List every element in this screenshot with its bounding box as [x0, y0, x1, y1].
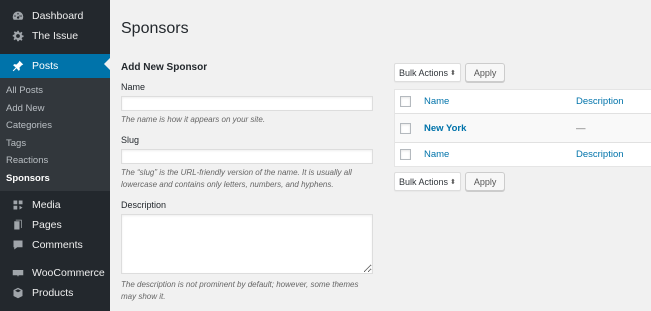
- sponsors-list: Bulk Actions ⬍ Apply Name Description Ne…: [394, 63, 651, 191]
- description-hint: The description is not prominent by defa…: [121, 280, 359, 301]
- apply-button[interactable]: Apply: [464, 63, 506, 82]
- bulk-actions-label-bottom: Bulk Actions: [399, 176, 449, 187]
- menu-woocommerce[interactable]: WooCommerce: [0, 263, 110, 283]
- menu-the-issue-label: The Issue: [32, 30, 79, 42]
- menu-pages-label: Pages: [32, 219, 62, 231]
- media-icon: [10, 197, 26, 213]
- menu-pages[interactable]: Pages: [0, 215, 110, 235]
- slug-input[interactable]: [121, 149, 373, 164]
- table-footer: Name Description: [395, 142, 651, 166]
- row-checkbox[interactable]: [400, 122, 411, 134]
- menu-dashboard-label: Dashboard: [32, 10, 84, 22]
- bulk-actions-bottom: Bulk Actions ⬍ Apply: [394, 172, 651, 191]
- column-description-footer[interactable]: Description: [576, 149, 624, 160]
- submenu-all-posts[interactable]: All Posts: [0, 82, 110, 100]
- column-name-header[interactable]: Name: [424, 96, 576, 107]
- admin-sidebar: Dashboard The Issue Posts All Posts Add …: [0, 0, 110, 311]
- row-name-link[interactable]: New York: [424, 123, 576, 134]
- menu-products[interactable]: Products: [0, 283, 110, 303]
- apply-button-bottom[interactable]: Apply: [464, 172, 506, 191]
- form-heading: Add New Sponsor: [121, 62, 208, 73]
- gear-icon: [10, 28, 26, 44]
- menu-media[interactable]: Media: [0, 195, 110, 215]
- menu-posts[interactable]: Posts: [0, 54, 110, 78]
- pin-icon: [10, 58, 26, 74]
- slug-label: Slug: [121, 135, 140, 145]
- bulk-actions-select-bottom[interactable]: Bulk Actions ⬍: [394, 172, 461, 191]
- products-icon: [10, 285, 26, 301]
- name-hint: The name is how it appears on your site.: [121, 115, 266, 124]
- menu-the-issue[interactable]: The Issue: [0, 26, 110, 46]
- select-arrows-icon: ⬍: [450, 178, 456, 186]
- menu-woocommerce-label: WooCommerce: [32, 267, 105, 279]
- add-sponsor-form: Add New Sponsor Name The name is how it …: [121, 62, 373, 303]
- select-all-checkbox-footer[interactable]: [400, 149, 411, 160]
- submenu-add-new[interactable]: Add New: [0, 100, 110, 118]
- name-input[interactable]: [121, 96, 373, 111]
- column-description-header[interactable]: Description: [576, 96, 624, 107]
- select-all-checkbox[interactable]: [400, 96, 411, 107]
- name-label: Name: [121, 82, 146, 92]
- submenu-categories[interactable]: Categories: [0, 117, 110, 135]
- menu-comments[interactable]: Comments: [0, 235, 110, 255]
- sponsors-table: Name Description New York — Name Descrip…: [394, 89, 651, 167]
- comment-icon: [10, 237, 26, 253]
- woocommerce-icon: [10, 265, 26, 281]
- bulk-actions-select[interactable]: Bulk Actions ⬍: [394, 63, 461, 82]
- posts-submenu: All Posts Add New Categories Tags Reacti…: [0, 78, 110, 191]
- menu-posts-label: Posts: [32, 60, 59, 72]
- menu-media-label: Media: [32, 199, 61, 211]
- table-header: Name Description: [395, 90, 651, 114]
- submenu-reactions[interactable]: Reactions: [0, 152, 110, 170]
- column-name-footer[interactable]: Name: [424, 149, 576, 160]
- submenu-tags[interactable]: Tags: [0, 135, 110, 153]
- dashboard-icon: [10, 8, 26, 24]
- menu-dashboard[interactable]: Dashboard: [0, 6, 110, 26]
- select-arrows-icon: ⬍: [450, 69, 456, 77]
- menu-products-label: Products: [32, 287, 74, 299]
- description-textarea[interactable]: [121, 214, 373, 274]
- bulk-actions-label: Bulk Actions: [399, 67, 449, 78]
- slug-hint: The “slug” is the URL-friendly version o…: [121, 168, 352, 189]
- menu-comments-label: Comments: [32, 239, 83, 251]
- description-label: Description: [121, 200, 167, 210]
- pages-icon: [10, 217, 26, 233]
- submenu-sponsors[interactable]: Sponsors: [0, 170, 110, 188]
- row-description: —: [576, 122, 586, 134]
- bulk-actions-top: Bulk Actions ⬍ Apply: [394, 63, 651, 82]
- table-row: New York —: [395, 114, 651, 142]
- page-title: Sponsors: [121, 20, 189, 37]
